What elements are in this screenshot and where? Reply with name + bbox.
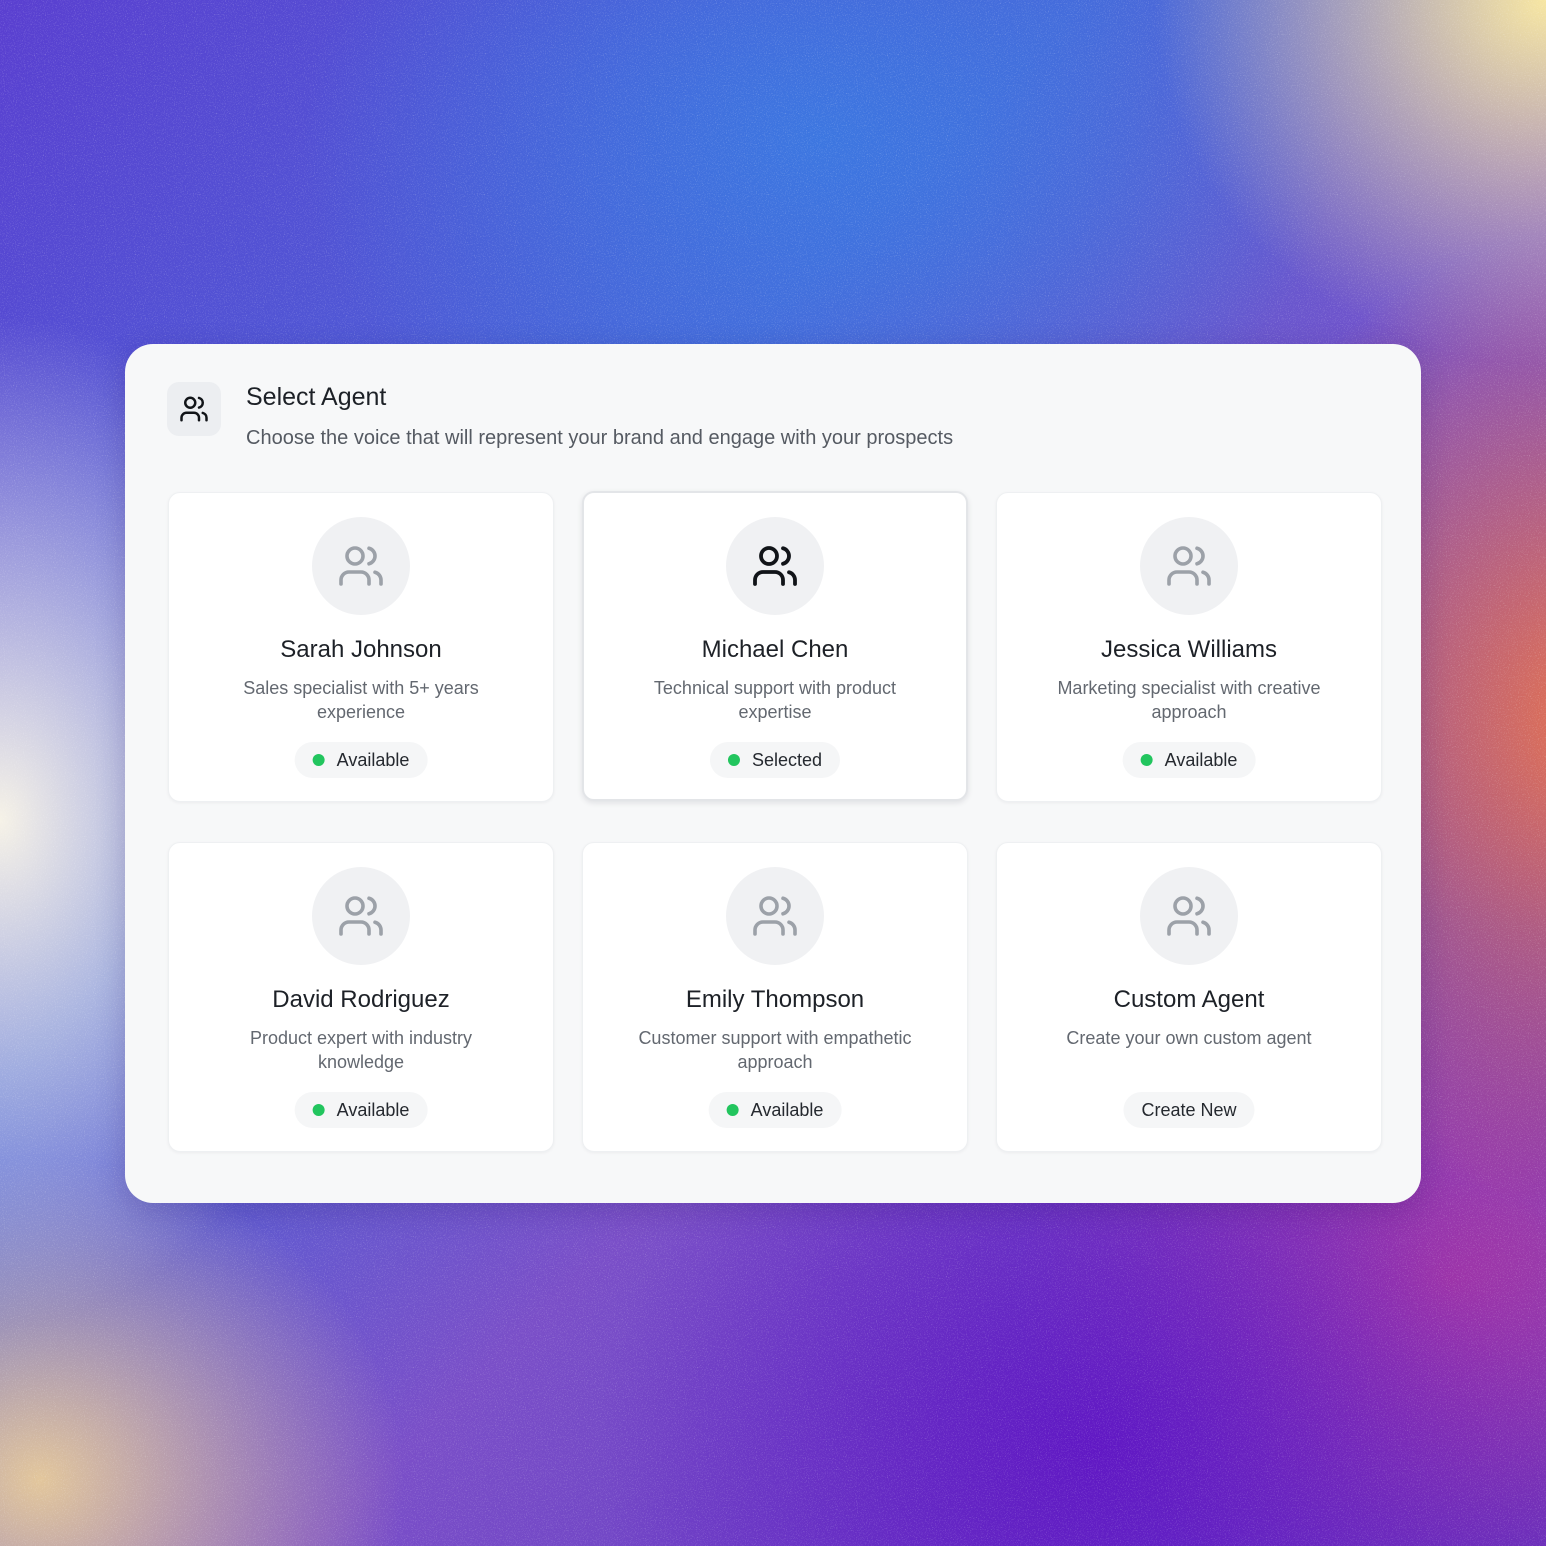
agent-card-david-rodriguez[interactable]: David Rodriguez Product expert with indu…	[168, 842, 554, 1152]
agent-description: Marketing specialist with creative appro…	[1057, 678, 1321, 722]
status-label: Available	[336, 1099, 410, 1120]
status-dot-icon	[727, 754, 740, 766]
agent-name: Custom Agent	[1113, 986, 1265, 1013]
status-badge: Available	[294, 1092, 428, 1128]
agent-card-emily-thompson[interactable]: Emily Thompson Customer support with emp…	[582, 842, 968, 1152]
users-icon	[339, 546, 383, 586]
users-icon	[753, 896, 797, 936]
agent-name: Sarah Johnson	[280, 636, 442, 663]
users-icon	[1167, 896, 1211, 936]
status-dot-icon	[726, 1104, 739, 1116]
page-title: Select Agent	[246, 383, 387, 411]
agent-name: Emily Thompson	[685, 986, 865, 1013]
agent-card-custom-agent[interactable]: Custom Agent Create your own custom agen…	[996, 842, 1382, 1152]
agent-description: Sales specialist with 5+ years experienc…	[243, 678, 479, 722]
users-icon	[167, 382, 221, 436]
agent-description: Technical support with product expertise	[653, 678, 897, 722]
agent-avatar	[726, 517, 824, 615]
status-badge: Available	[708, 1092, 842, 1128]
create-new-button[interactable]: Create New	[1123, 1092, 1255, 1128]
status-badge: Available	[294, 742, 428, 778]
users-icon	[753, 546, 797, 586]
agent-name: David Rodriguez	[272, 986, 450, 1013]
status-badge: Selected	[709, 742, 841, 778]
status-label: Available	[336, 749, 410, 770]
agent-description: Create your own custom agent	[1066, 1028, 1312, 1048]
agent-avatar	[1140, 517, 1238, 615]
status-label: Available	[750, 1099, 824, 1120]
status-label: Available	[1164, 749, 1238, 770]
agent-card-jessica-williams[interactable]: Jessica Williams Marketing specialist wi…	[996, 492, 1382, 802]
status-badge: Available	[1122, 742, 1256, 778]
agent-avatar	[1140, 867, 1238, 965]
agent-name: Michael Chen	[701, 636, 849, 663]
page-subtitle: Choose the voice that will represent you…	[246, 427, 954, 449]
agent-avatar	[312, 867, 410, 965]
agent-description: Product expert with industry knowledge	[249, 1028, 473, 1072]
status-dot-icon	[1140, 754, 1153, 766]
status-label: Selected	[751, 749, 823, 770]
agent-description: Customer support with empathetic approac…	[638, 1028, 912, 1072]
agent-card-sarah-johnson[interactable]: Sarah Johnson Sales specialist with 5+ y…	[168, 492, 554, 802]
select-agent-panel: Select Agent Choose the voice that will …	[125, 344, 1421, 1203]
agent-avatar	[726, 867, 824, 965]
status-dot-icon	[312, 1104, 325, 1116]
users-icon	[339, 896, 383, 936]
agent-card-michael-chen[interactable]: Michael Chen Technical support with prod…	[582, 491, 968, 801]
create-new-label: Create New	[1141, 1099, 1237, 1120]
agent-avatar	[312, 517, 410, 615]
status-dot-icon	[312, 754, 325, 766]
users-icon	[1167, 546, 1211, 586]
agent-name: Jessica Williams	[1100, 636, 1277, 663]
